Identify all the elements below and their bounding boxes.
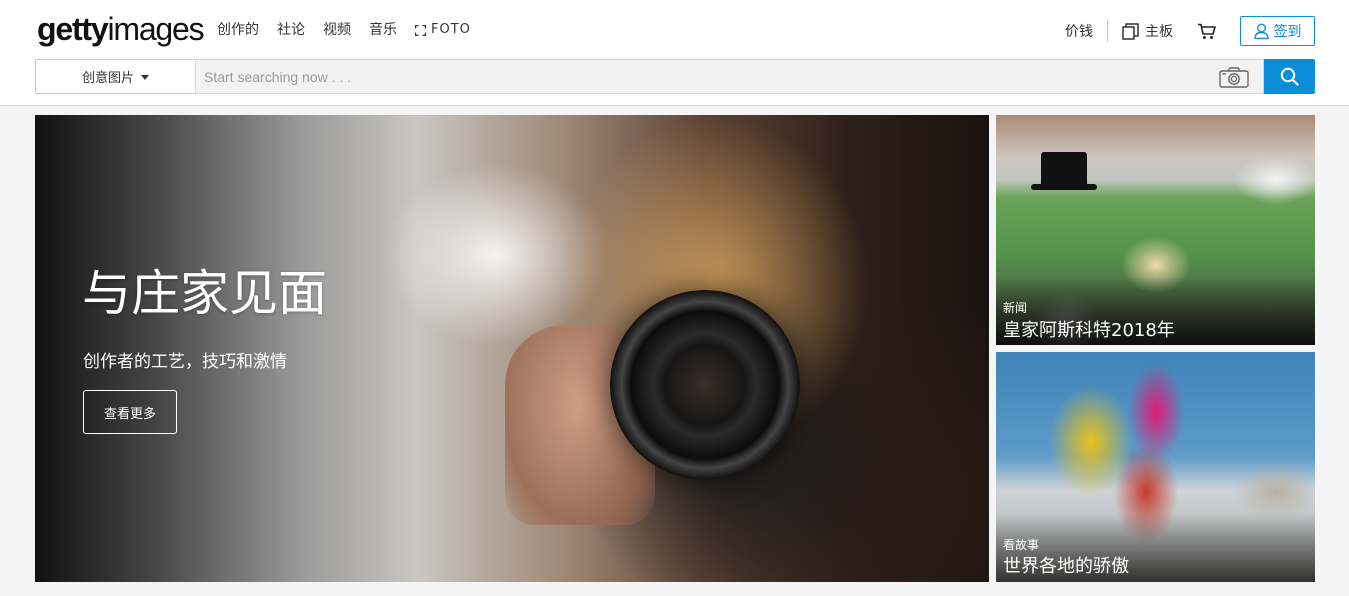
nav-item-editorial[interactable]: 社论 bbox=[277, 18, 305, 42]
logo-text-light: images bbox=[107, 11, 204, 47]
frame-corners-icon bbox=[415, 24, 426, 36]
search-input[interactable] bbox=[196, 60, 1263, 93]
account-nav: 价钱 主板 签到 bbox=[1065, 16, 1315, 46]
signin-button[interactable]: 签到 bbox=[1240, 16, 1315, 46]
card-image-top-hat bbox=[1041, 152, 1087, 186]
search-bar: 创意图片 bbox=[35, 59, 1315, 94]
search-button[interactable] bbox=[1264, 59, 1315, 94]
getty-images-logo[interactable]: gettyimages bbox=[37, 11, 205, 47]
boards-label: 主板 bbox=[1145, 24, 1173, 40]
hero-title: 与庄家见面 bbox=[82, 267, 328, 321]
camera-icon bbox=[1219, 67, 1249, 88]
user-icon bbox=[1253, 23, 1269, 39]
story-card-pride[interactable]: 看故事 世界各地的骄傲 bbox=[996, 352, 1315, 582]
hero-subtitle: 创作者的工艺，技巧和激情 bbox=[83, 352, 287, 372]
header: gettyimages 创作的 社论 视频 音乐 FOTO 价钱 主板 签到 创… bbox=[0, 0, 1349, 106]
logo-text-bold: getty bbox=[37, 11, 109, 47]
cart-button[interactable] bbox=[1197, 23, 1216, 40]
boards-icon bbox=[1122, 22, 1139, 40]
nav-item-foto[interactable]: FOTO bbox=[415, 18, 471, 42]
card-title: 世界各地的骄傲 bbox=[1003, 556, 1129, 577]
search-field bbox=[195, 59, 1264, 94]
chevron-down-icon bbox=[141, 75, 149, 80]
nav-item-video[interactable]: 视频 bbox=[323, 18, 351, 42]
card-title: 皇家阿斯科特2018年 bbox=[1003, 320, 1175, 341]
camera-search-button[interactable] bbox=[1219, 67, 1249, 92]
news-card-royal-ascot[interactable]: 新闻 皇家阿斯科特2018年 bbox=[996, 115, 1315, 345]
search-icon bbox=[1280, 67, 1299, 86]
card-kicker: 新闻 bbox=[1003, 301, 1028, 315]
boards-link[interactable]: 主板 bbox=[1122, 21, 1173, 41]
card-kicker: 看故事 bbox=[1003, 538, 1040, 552]
search-type-dropdown[interactable]: 创意图片 bbox=[35, 59, 195, 94]
nav-foto-label: FOTO bbox=[431, 22, 471, 37]
nav-item-creative[interactable]: 创作的 bbox=[217, 18, 259, 42]
card-image-top-hat-brim bbox=[1031, 184, 1097, 190]
cart-icon bbox=[1198, 23, 1216, 39]
pricing-link[interactable]: 价钱 bbox=[1065, 21, 1093, 41]
main-nav: 创作的 社论 视频 音乐 FOTO bbox=[217, 18, 489, 42]
hero-see-more-button[interactable]: 查看更多 bbox=[83, 390, 177, 434]
hero-banner[interactable]: 与庄家见面 创作者的工艺，技巧和激情 查看更多 bbox=[35, 115, 989, 582]
nav-item-music[interactable]: 音乐 bbox=[369, 18, 397, 42]
hero-camera-lens bbox=[610, 290, 800, 480]
signin-label: 签到 bbox=[1273, 24, 1302, 40]
nav-divider bbox=[1107, 20, 1108, 42]
search-type-label: 创意图片 bbox=[81, 71, 134, 86]
